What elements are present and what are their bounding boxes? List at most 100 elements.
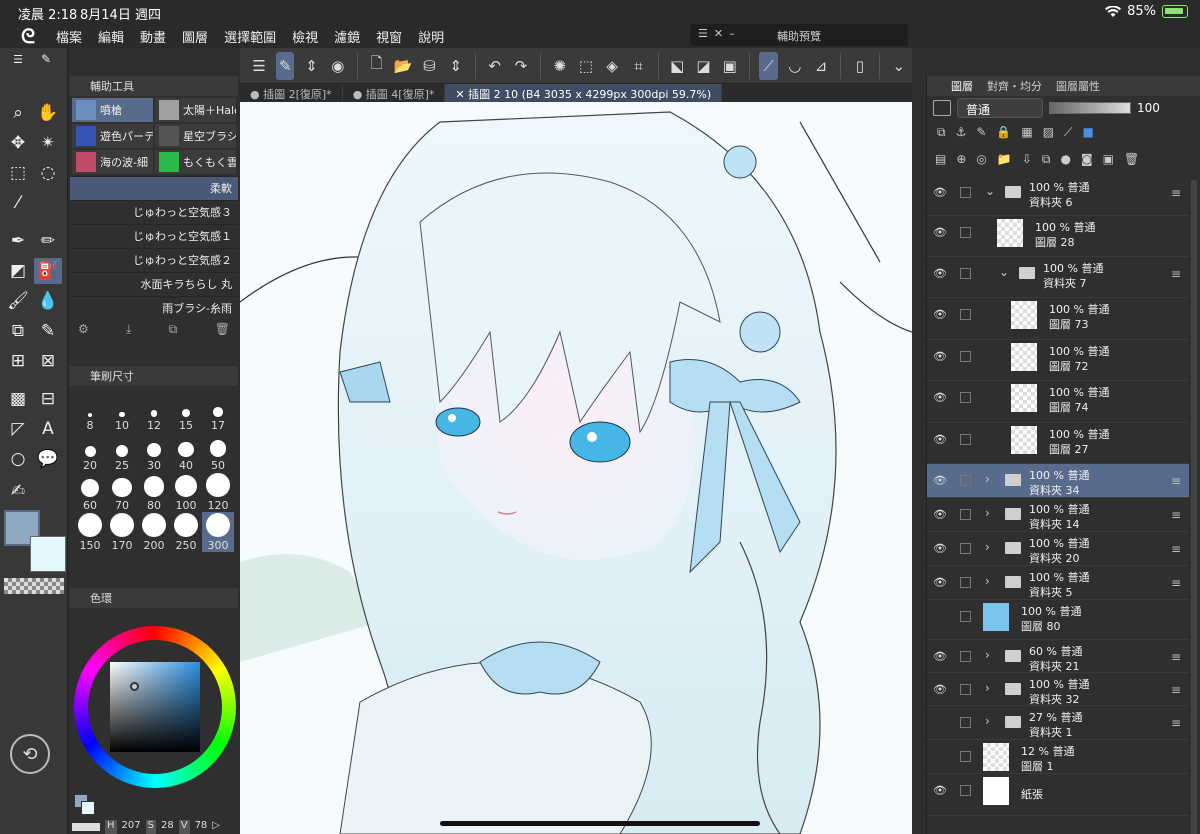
menu-animation[interactable]: 動畫	[140, 27, 166, 46]
menu-window[interactable]: 視窗	[376, 27, 402, 46]
record-icon[interactable]: ◉	[329, 52, 347, 80]
zoom-tool-icon[interactable]: ⌕	[4, 100, 32, 126]
subtool-settings-icon[interactable]: ⚙	[78, 322, 89, 338]
visibility-eye-icon[interactable]: 👁	[933, 784, 947, 797]
visibility-eye-icon[interactable]: 👁	[933, 391, 947, 404]
subtool-duplicate-icon[interactable]: ⧉	[169, 322, 178, 338]
layer-select-checkbox[interactable]	[960, 392, 971, 403]
layer-menu-icon[interactable]: ≡	[1171, 542, 1181, 556]
layer-select-checkbox[interactable]	[960, 309, 971, 320]
blend-mode-select[interactable]: 普通	[957, 98, 1043, 118]
brush-size-option[interactable]: 60	[74, 472, 106, 512]
layer-folder-row[interactable]: 👁 › 100 % 普通 資料夾 5 ≡	[927, 566, 1189, 600]
layer-folder-row[interactable]: 👁 ⌄ 100 % 普通 資料夾 6 ≡	[927, 176, 1189, 216]
brush-size-option[interactable]: 300	[202, 512, 234, 552]
pattern-tool-icon[interactable]: ⊠	[34, 348, 62, 374]
fill-pen-icon[interactable]: ✎	[34, 318, 62, 344]
redo-icon[interactable]: ↷	[512, 52, 530, 80]
magic-wand-icon[interactable]: ✴	[34, 130, 62, 156]
brush-size-option[interactable]: 250	[170, 512, 202, 552]
sub-color-swatch[interactable]	[30, 536, 66, 572]
subtool-delete-icon[interactable]: 🗑	[215, 322, 230, 338]
subtool-group-sea-wave[interactable]: 海の波-細	[72, 150, 153, 174]
chevron-down-icon[interactable]: ⌄	[890, 52, 908, 80]
clip-icon[interactable]: ⧉	[937, 125, 946, 143]
pen-tool-icon[interactable]: ✒	[4, 228, 32, 254]
brush-size-option[interactable]: 70	[106, 472, 138, 512]
brush-size-option[interactable]: 100	[170, 472, 202, 512]
layer-color-mode-icon[interactable]: ■	[1082, 125, 1093, 143]
text-tool-icon[interactable]: A	[34, 416, 62, 442]
layer-select-checkbox[interactable]	[960, 475, 971, 486]
visibility-eye-icon[interactable]: 👁	[933, 308, 947, 321]
layer-menu-icon[interactable]: ≡	[1171, 576, 1181, 590]
home-indicator[interactable]	[440, 821, 760, 826]
subtool-group-airbrush[interactable]: 噴槍	[72, 98, 153, 122]
subtool-import-icon[interactable]: ⤓	[126, 322, 131, 338]
fill-icon[interactable]: ◈	[603, 52, 621, 80]
modifier-key-icon[interactable]: ⟲	[10, 734, 50, 774]
snap-ruler-icon[interactable]: ⟋	[759, 51, 778, 80]
brush-size-option[interactable]: 150	[74, 512, 106, 552]
layer-menu-icon[interactable]: ≡	[1171, 186, 1181, 200]
folder-expand-chevron-icon[interactable]: ›	[985, 540, 990, 554]
new-file-icon[interactable]: 🗋	[368, 52, 386, 80]
layer-row[interactable]: 12 % 普通 圖層 1	[927, 740, 1189, 774]
folder-expand-chevron-icon[interactable]: ›	[985, 574, 990, 588]
figure-tool-icon[interactable]: ⊞	[4, 348, 32, 374]
undo-icon[interactable]: ↶	[486, 52, 504, 80]
layer-folder-row[interactable]: 👁 › 100 % 普通 資料夾 34 ≡	[927, 464, 1189, 498]
delete-layer-icon[interactable]: 🗑	[1124, 152, 1139, 170]
drawing-canvas[interactable]	[240, 102, 912, 834]
smartphone-icon[interactable]: ▯	[851, 52, 869, 80]
visibility-eye-icon[interactable]: 👁	[933, 226, 947, 239]
deselect-icon[interactable]: ⬕	[668, 52, 686, 80]
layer-select-checkbox[interactable]	[960, 434, 971, 445]
menu-layer[interactable]: 圖層	[182, 27, 208, 46]
folder-expand-chevron-icon[interactable]: ›	[985, 472, 990, 486]
layer-select-checkbox[interactable]	[960, 577, 971, 588]
visibility-eye-icon[interactable]: 👁	[933, 650, 947, 663]
loading-icon[interactable]: ✺	[551, 52, 569, 80]
brush-item[interactable]: 雨ブラシ-糸雨	[70, 296, 238, 320]
ruler-tool-icon[interactable]: ◸	[4, 416, 32, 442]
tab-layers[interactable]: 圖層	[951, 78, 973, 94]
updown-arrow-icon[interactable]: ⇕	[447, 52, 465, 80]
brush-size-option[interactable]: 20	[74, 432, 106, 472]
invert-selection-icon[interactable]: ◪	[694, 52, 712, 80]
transfer-down-icon[interactable]: ⇩	[1022, 152, 1032, 170]
layer-row[interactable]: 👁 100 % 普通 圖層 27	[927, 423, 1189, 464]
subtool-group-cloud[interactable]: もくもく雲	[155, 150, 236, 174]
layer-folder-row[interactable]: 👁 ⌄ 100 % 普通 資料夾 7 ≡	[927, 257, 1189, 298]
layer-settings-icon[interactable]: ▤	[935, 152, 946, 170]
layer-folder-row[interactable]: › 27 % 普通 資料夾 1 ≡	[927, 706, 1189, 740]
brush-size-option[interactable]: 15	[170, 392, 202, 432]
mini-color-swatch[interactable]	[74, 794, 96, 816]
layer-menu-icon[interactable]: ≡	[1171, 716, 1181, 730]
open-folder-icon[interactable]: 📂	[394, 52, 413, 80]
brush-item[interactable]: じゅわっと空気感３	[70, 200, 238, 224]
brush-size-option[interactable]: 50	[202, 432, 234, 472]
menu-edit[interactable]: 編輯	[98, 27, 124, 46]
folder-expand-chevron-icon[interactable]: ›	[985, 681, 990, 695]
object-tool-icon[interactable]: ⬚	[4, 160, 32, 186]
layer-row[interactable]: 👁 紙張	[927, 774, 1189, 816]
layer-menu-icon[interactable]: ≡	[1171, 508, 1181, 522]
frame-tool-icon[interactable]: ⊟	[34, 386, 62, 412]
brush-item[interactable]: じゅわっと空気感１	[70, 224, 238, 248]
shape-tool-icon[interactable]: ○	[4, 446, 32, 472]
draft-icon[interactable]: ✎	[976, 125, 986, 143]
hand-tool-icon[interactable]: ✋	[34, 100, 62, 126]
layer-scrollbar[interactable]	[1191, 180, 1197, 834]
navigator-window[interactable]: ☰✕– 輔助預覽	[690, 24, 908, 46]
reference-icon[interactable]: ⚓	[956, 125, 967, 143]
layer-menu-icon[interactable]: ≡	[1171, 267, 1181, 281]
eyedropper-icon[interactable]: ⁄	[4, 190, 32, 216]
transparent-color-swatch[interactable]	[4, 578, 64, 594]
tab-document-2[interactable]: ● 插圖 4[復原]*	[343, 84, 446, 102]
tab-document-3[interactable]: ✕ 插圖 2 10 (B4 3035 x 4299px 300dpi 59.7%…	[445, 84, 723, 102]
decoration-tool-icon[interactable]: ⧉	[4, 318, 32, 344]
brush-size-option[interactable]: 170	[106, 512, 138, 552]
transform-icon[interactable]: ⌗	[629, 52, 647, 80]
pen-tab-icon[interactable]: ✎	[30, 50, 62, 68]
